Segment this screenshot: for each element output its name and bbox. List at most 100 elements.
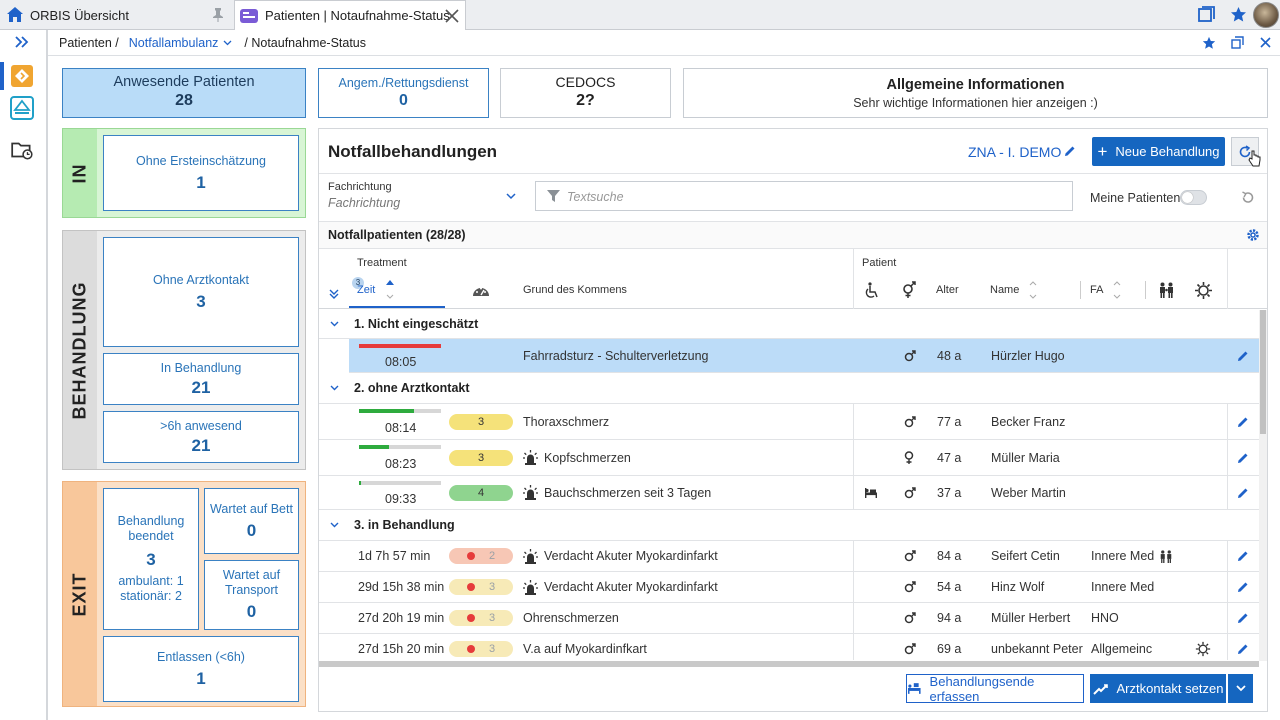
time-cell: 08:23: [385, 456, 417, 471]
specialty-select[interactable]: Fachrichtung: [328, 196, 400, 210]
more-actions-button[interactable]: [1228, 674, 1253, 703]
chevron-down-icon[interactable]: [223, 40, 232, 46]
set-doctor-contact-button[interactable]: Arztkontakt setzen: [1090, 674, 1226, 703]
search-input[interactable]: Textsuche: [567, 190, 624, 204]
button-label: Behandlungsende erfassen: [929, 673, 1035, 704]
treatments-panel: Notfallbehandlungen ZNA - I. DEMO + Neue…: [318, 128, 1268, 712]
info-text: Sehr wichtige Informationen hier anzeige…: [853, 96, 1098, 110]
end-treatment-button[interactable]: Behandlungsende erfassen: [906, 673, 1084, 704]
reason-cell: Kopfschmerzen: [523, 440, 631, 475]
table-row[interactable]: 08:05 Fahrradsturz - Schulterverletzung 48…: [349, 339, 1259, 373]
breadcrumb-root[interactable]: Patienten /: [59, 36, 119, 50]
star-icon[interactable]: [1230, 6, 1247, 23]
edit-icon[interactable]: [1237, 550, 1249, 562]
diamond-app-icon[interactable]: [10, 64, 34, 88]
tab-orbis-overview[interactable]: ORBIS Übersicht: [0, 0, 232, 30]
group-header[interactable]: 3. in Behandlung: [319, 510, 1259, 541]
close-view-icon[interactable]: [1260, 37, 1271, 48]
edit-icon[interactable]: [1237, 581, 1249, 593]
sort-icon[interactable]: [1029, 279, 1037, 301]
eject-app-icon[interactable]: [10, 96, 34, 120]
tile-in-treatment[interactable]: In Behandlung 21: [103, 353, 299, 405]
reason-cell: Verdacht Akuter Myokardinfarkt: [523, 541, 718, 571]
close-icon[interactable]: [445, 9, 459, 23]
edit-icon[interactable]: [1237, 643, 1249, 655]
vertical-scrollbar[interactable]: [1259, 310, 1267, 661]
siren-icon: [523, 450, 538, 465]
reset-filter-icon[interactable]: [1241, 191, 1254, 204]
tile-released[interactable]: Entlassen (<6h) 1: [103, 636, 299, 702]
edit-icon[interactable]: [1237, 416, 1249, 428]
favorite-star-icon[interactable]: [1202, 36, 1216, 50]
edit-unit-icon[interactable]: [1064, 145, 1076, 157]
folder-clock-icon[interactable]: [10, 138, 34, 162]
collapse-icon[interactable]: [330, 522, 339, 528]
popout-icon[interactable]: [1231, 36, 1244, 49]
alert-dot: [466, 583, 475, 591]
table-row[interactable]: 29d 15h 38 min 3 Verdacht Akuter Myokardin…: [319, 572, 1259, 603]
name-cell: unbekannt Peter: [991, 642, 1083, 656]
tile-waiting-transport[interactable]: Wartet auf Transport 0: [204, 560, 299, 630]
time-cell: 29d 15h 38 min: [358, 580, 445, 594]
filter-funnel-icon: [547, 190, 560, 202]
tab-notaufnahme-status[interactable]: Patienten | Notaufnahme-Status: [234, 0, 466, 30]
chevron-down-icon: [1235, 685, 1246, 692]
tile-announced[interactable]: Angem./Rettungsdienst 0: [318, 68, 489, 118]
table-row[interactable]: 1d 7h 57 min 2 Verdacht Akuter Myokardinfa…: [319, 541, 1259, 572]
table-row[interactable]: 08:23 3 Kopfschmerzen 47 a Müller Maria: [319, 440, 1259, 476]
header-name[interactable]: Name: [990, 284, 1019, 296]
tile-value: 1: [196, 668, 206, 688]
my-patients-toggle[interactable]: [1180, 190, 1207, 205]
tile-value: 21: [191, 377, 211, 397]
table-row[interactable]: 27d 15h 20 min 3 V.a auf Myokardinfkart 69 …: [319, 634, 1259, 660]
name-cell: Seifert Cetin: [991, 549, 1060, 563]
tile-waiting-bed[interactable]: Wartet auf Bett 0: [204, 488, 299, 554]
expand-icon[interactable]: [15, 36, 29, 48]
tile-without-triage[interactable]: Ohne Ersteinschätzung 1: [103, 135, 299, 211]
window-icon[interactable]: [1198, 6, 1215, 23]
unit-label[interactable]: ZNA - I. DEMO: [968, 144, 1061, 160]
header-fa[interactable]: FA: [1090, 284, 1103, 296]
reason-cell: Ohrenschmerzen: [523, 611, 619, 625]
tile-no-doctor-contact[interactable]: Ohne Arztkontakt 3: [103, 237, 299, 347]
bed-exit-icon: [907, 683, 921, 694]
expand-all-icon[interactable]: [329, 289, 339, 299]
avatar[interactable]: [1253, 2, 1279, 28]
people-icon: [1160, 549, 1172, 563]
age-cell: 48 a: [937, 348, 962, 363]
new-treatment-button[interactable]: + Neue Behandlung: [1092, 137, 1225, 166]
header-time[interactable]: Zeit: [357, 284, 375, 296]
female-icon: [904, 450, 914, 464]
sort-icon[interactable]: [1113, 279, 1121, 301]
group-header[interactable]: 1. Nicht eingeschätzt: [319, 310, 1259, 339]
sort-asc-icon[interactable]: [386, 279, 394, 301]
edit-icon[interactable]: [1237, 487, 1249, 499]
edit-icon[interactable]: [1237, 612, 1249, 624]
chevron-down-icon[interactable]: [506, 193, 516, 200]
collapse-icon[interactable]: [330, 385, 339, 391]
left-nav: [0, 30, 48, 720]
collapse-icon[interactable]: [330, 321, 339, 327]
edit-icon[interactable]: [1237, 452, 1249, 464]
search-box[interactable]: Textsuche: [535, 181, 1073, 211]
tile-present-patients[interactable]: Anwesende Patienten 28: [62, 68, 306, 118]
table-row[interactable]: 09:33 4 Bauchschmerzen seit 3 Tagen 37 a Web…: [319, 476, 1259, 510]
tile-value: 1: [196, 172, 206, 192]
breadcrumb-mid[interactable]: Notfallambulanz: [129, 36, 219, 50]
group-header[interactable]: 2. ohne Arztkontakt: [319, 373, 1259, 404]
table-row[interactable]: 27d 20h 19 min 3 Ohrenschmerzen 94 a Müller …: [319, 603, 1259, 634]
tile-over-6h[interactable]: >6h anwesend 21: [103, 411, 299, 463]
gear-icon[interactable]: [1246, 228, 1260, 242]
siren-icon: [523, 548, 538, 564]
tile-cedocs[interactable]: CEDOCS 2?: [500, 68, 671, 118]
priority-badge: 3: [449, 449, 513, 466]
age-cell: 94 a: [937, 611, 962, 625]
section-exit: EXIT Behandlung beendet 3 ambulant: 1 st…: [62, 481, 306, 707]
pin-icon[interactable]: [212, 8, 224, 22]
tile-treatment-finished[interactable]: Behandlung beendet 3 ambulant: 1 station…: [103, 488, 199, 630]
table-row[interactable]: 08:14 3 Thoraxschmerz 77 a Becker Franz: [319, 404, 1259, 440]
header-treatment: Treatment: [357, 257, 407, 269]
my-patients-label: Meine Patienten: [1090, 191, 1181, 205]
horizontal-scrollbar[interactable]: [319, 661, 1259, 667]
edit-icon[interactable]: [1237, 350, 1249, 362]
